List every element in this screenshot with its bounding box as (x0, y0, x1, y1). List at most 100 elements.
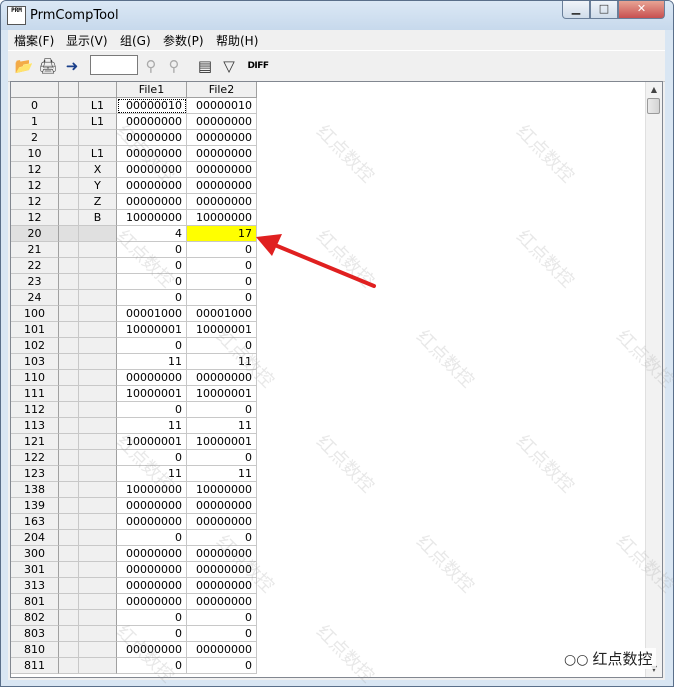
scroll-thumb[interactable] (647, 98, 660, 114)
axis-cell[interactable] (79, 514, 117, 530)
table-row[interactable]: 20 4 17 (11, 226, 257, 242)
param-number-cell[interactable]: 811 (11, 658, 59, 674)
axis-cell[interactable] (79, 242, 117, 258)
file1-value-cell[interactable]: 0 (117, 610, 187, 626)
bit-cell[interactable] (59, 578, 79, 594)
bit-cell[interactable] (59, 338, 79, 354)
param-number-cell[interactable]: 121 (11, 434, 59, 450)
param-number-cell[interactable]: 12 (11, 194, 59, 210)
file1-value-cell[interactable]: 00000000 (117, 370, 187, 386)
axis-cell[interactable] (79, 322, 117, 338)
param-number-cell[interactable]: 803 (11, 626, 59, 642)
param-number-cell[interactable]: 123 (11, 466, 59, 482)
bit-cell[interactable] (59, 418, 79, 434)
file2-value-cell[interactable]: 11 (187, 354, 257, 370)
table-row[interactable]: 10 L1 00000000 00000000 (11, 146, 257, 162)
param-number-cell[interactable]: 0 (11, 98, 59, 114)
bit-cell[interactable] (59, 146, 79, 162)
table-row[interactable]: 138 10000000 10000000 (11, 482, 257, 498)
bit-cell[interactable] (59, 562, 79, 578)
table-row[interactable]: 801 00000000 00000000 (11, 594, 257, 610)
param-number-cell[interactable]: 100 (11, 306, 59, 322)
axis-cell[interactable]: Z (79, 194, 117, 210)
file1-value-cell[interactable]: 0 (117, 258, 187, 274)
table-row[interactable]: 100 00001000 00001000 (11, 306, 257, 322)
file1-value-cell[interactable]: 00000000 (117, 114, 187, 130)
file1-value-cell[interactable]: 0 (117, 450, 187, 466)
file2-value-cell[interactable]: 10000001 (187, 434, 257, 450)
table-row[interactable]: 121 10000001 10000001 (11, 434, 257, 450)
file1-value-cell[interactable]: 0 (117, 338, 187, 354)
axis-cell[interactable] (79, 450, 117, 466)
param-number-cell[interactable]: 801 (11, 594, 59, 610)
file1-value-cell[interactable]: 00000000 (117, 562, 187, 578)
file1-value-cell[interactable]: 00000000 (117, 514, 187, 530)
file2-value-cell[interactable]: 10000001 (187, 322, 257, 338)
file1-value-cell[interactable]: 0 (117, 626, 187, 642)
param-number-cell[interactable]: 12 (11, 162, 59, 178)
open-folder-icon[interactable]: 📂 (14, 56, 34, 76)
axis-cell[interactable] (79, 642, 117, 658)
bit-cell[interactable] (59, 466, 79, 482)
bit-cell[interactable] (59, 226, 79, 242)
axis-cell[interactable] (79, 274, 117, 290)
file1-value-cell[interactable]: 11 (117, 466, 187, 482)
axis-cell[interactable]: X (79, 162, 117, 178)
bit-cell[interactable] (59, 306, 79, 322)
file1-value-cell[interactable]: 00000000 (117, 146, 187, 162)
column-header-bit[interactable] (59, 82, 79, 98)
table-row[interactable]: 113 11 11 (11, 418, 257, 434)
param-number-cell[interactable]: 802 (11, 610, 59, 626)
axis-cell[interactable] (79, 498, 117, 514)
table-row[interactable]: 12 X 00000000 00000000 (11, 162, 257, 178)
search-input[interactable] (90, 55, 138, 75)
bit-cell[interactable] (59, 386, 79, 402)
bit-cell[interactable] (59, 450, 79, 466)
file2-value-cell[interactable]: 00000000 (187, 178, 257, 194)
menu-file[interactable]: 檔案(F) (14, 32, 54, 49)
axis-cell[interactable] (79, 354, 117, 370)
file2-value-cell[interactable]: 0 (187, 610, 257, 626)
file1-value-cell[interactable]: 00000000 (117, 194, 187, 210)
axis-cell[interactable] (79, 578, 117, 594)
file1-value-cell[interactable]: 0 (117, 242, 187, 258)
parameter-grid[interactable]: File1 File2 0 L1 00000010 00000010 1 L1 000000… (10, 81, 663, 678)
file1-value-cell[interactable]: 10000000 (117, 210, 187, 226)
table-row[interactable]: 22 0 0 (11, 258, 257, 274)
table-row[interactable]: 23 0 0 (11, 274, 257, 290)
file2-value-cell[interactable]: 00000000 (187, 562, 257, 578)
file1-value-cell[interactable]: 00001000 (117, 306, 187, 322)
axis-cell[interactable]: L1 (79, 98, 117, 114)
axis-cell[interactable]: Y (79, 178, 117, 194)
file1-value-cell[interactable]: 4 (117, 226, 187, 242)
bit-cell[interactable] (59, 642, 79, 658)
bit-cell[interactable] (59, 610, 79, 626)
bit-cell[interactable] (59, 322, 79, 338)
param-number-cell[interactable]: 2 (11, 130, 59, 146)
bit-cell[interactable] (59, 130, 79, 146)
param-number-cell[interactable]: 138 (11, 482, 59, 498)
file2-value-cell[interactable]: 11 (187, 466, 257, 482)
file1-value-cell[interactable]: 00000010 (117, 98, 187, 114)
file1-value-cell[interactable]: 0 (117, 290, 187, 306)
bit-cell[interactable] (59, 402, 79, 418)
bit-cell[interactable] (59, 354, 79, 370)
column-header-file2[interactable]: File2 (187, 82, 257, 98)
axis-cell[interactable] (79, 370, 117, 386)
file2-value-cell[interactable]: 0 (187, 242, 257, 258)
axis-cell[interactable]: L1 (79, 146, 117, 162)
menu-help[interactable]: 帮助(H) (216, 32, 258, 49)
diff-button[interactable]: DIFF (246, 56, 270, 76)
file1-value-cell[interactable]: 00000000 (117, 130, 187, 146)
axis-cell[interactable]: L1 (79, 114, 117, 130)
param-number-cell[interactable]: 111 (11, 386, 59, 402)
file1-value-cell[interactable]: 10000001 (117, 434, 187, 450)
param-number-cell[interactable]: 12 (11, 178, 59, 194)
table-row[interactable]: 12 Y 00000000 00000000 (11, 178, 257, 194)
zoom-in-icon[interactable]: ⚲ (141, 56, 161, 76)
file1-value-cell[interactable]: 11 (117, 418, 187, 434)
file1-value-cell[interactable]: 00000000 (117, 178, 187, 194)
bit-cell[interactable] (59, 626, 79, 642)
param-number-cell[interactable]: 102 (11, 338, 59, 354)
menu-parameter[interactable]: 参数(P) (163, 32, 204, 49)
